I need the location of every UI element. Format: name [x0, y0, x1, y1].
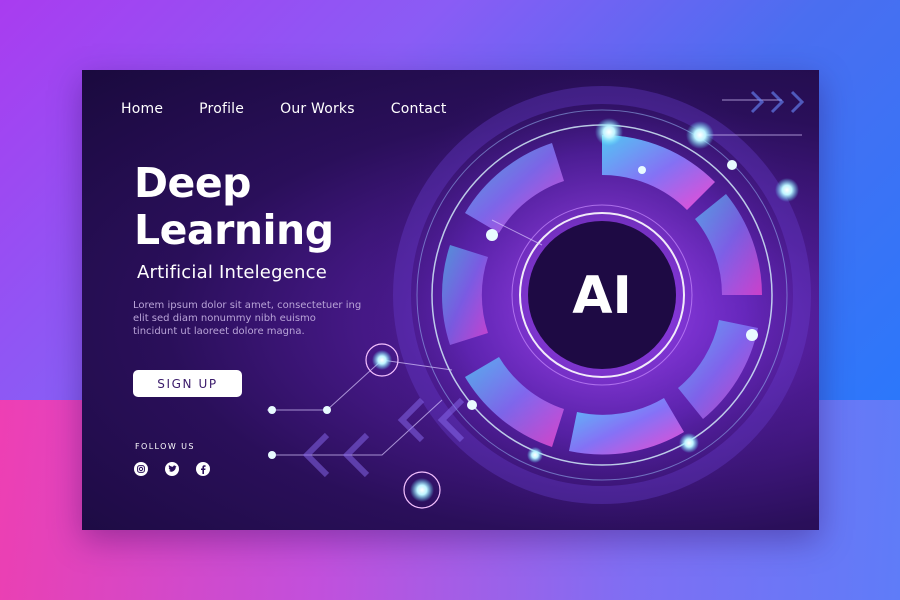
twitter-icon[interactable] [165, 462, 179, 476]
main-nav: Home Profile Our Works Contact [121, 101, 483, 117]
hero-title: Deep Learning [134, 160, 334, 254]
social-links [134, 462, 210, 476]
nav-contact-link[interactable]: Contact [391, 101, 447, 117]
hero-title-line-1: Deep [134, 159, 252, 207]
ai-center-label: AI [572, 266, 632, 326]
hero-body-text: Lorem ipsum dolor sit amet, consectetuer… [133, 300, 362, 337]
hero-title-line-2: Learning [134, 206, 334, 254]
facebook-icon[interactable] [196, 462, 210, 476]
sign-up-button[interactable]: SIGN UP [133, 370, 242, 397]
landing-card: AI Home Profile Our Works Contact Deep L… [82, 70, 819, 530]
follow-us-heading: FOLLOW US [135, 442, 195, 451]
nav-home-link[interactable]: Home [121, 101, 163, 117]
hero-subtitle: Artificial Intelegence [137, 262, 327, 283]
nav-our-works-link[interactable]: Our Works [280, 101, 355, 117]
instagram-icon[interactable] [134, 462, 148, 476]
nav-profile-link[interactable]: Profile [199, 101, 244, 117]
